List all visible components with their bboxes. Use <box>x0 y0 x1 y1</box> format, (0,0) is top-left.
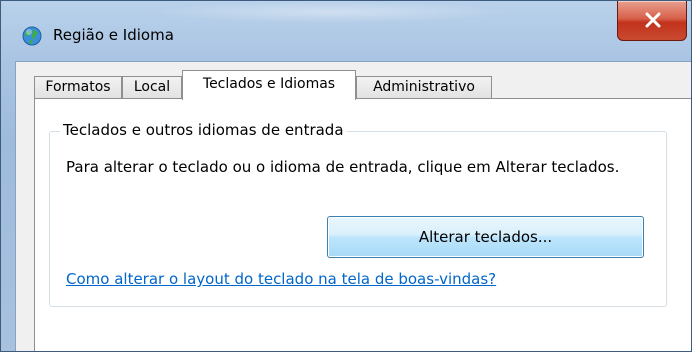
tab-teclados-e-idiomas[interactable]: Teclados e Idiomas <box>182 70 356 100</box>
title-bar[interactable]: Região e Idioma <box>1 1 691 53</box>
tab-panel-teclados-e-idiomas: Teclados e outros idiomas de entrada Par… <box>34 98 691 351</box>
title-bar-glow <box>151 1 511 23</box>
change-keyboards-button[interactable]: Alterar teclados... <box>327 216 644 258</box>
keyboard-layout-help-link[interactable]: Como alterar o layout do teclado na tela… <box>66 270 496 288</box>
dialog-client-area: Formatos Local Teclados e Idiomas Admini… <box>15 61 691 351</box>
tab-label: Formatos <box>45 79 111 95</box>
globe-icon <box>21 25 43 47</box>
close-icon <box>645 12 661 28</box>
tab-label: Administrativo <box>373 79 475 95</box>
tab-local[interactable]: Local <box>122 76 182 98</box>
group-description: Para alterar o teclado ou o idioma de en… <box>66 158 620 176</box>
groupbox-legend: Teclados e outros idiomas de entrada <box>60 121 347 139</box>
tab-formatos[interactable]: Formatos <box>34 76 122 98</box>
tab-administrativo[interactable]: Administrativo <box>356 76 492 98</box>
region-language-window: Região e Idioma Formatos Local Teclados … <box>0 0 692 352</box>
tab-label: Local <box>133 79 171 95</box>
tab-label: Teclados e Idiomas <box>202 76 336 92</box>
close-button[interactable] <box>617 1 687 41</box>
window-title: Região e Idioma <box>53 26 174 44</box>
input-languages-groupbox: Teclados e outros idiomas de entrada Par… <box>49 121 667 307</box>
